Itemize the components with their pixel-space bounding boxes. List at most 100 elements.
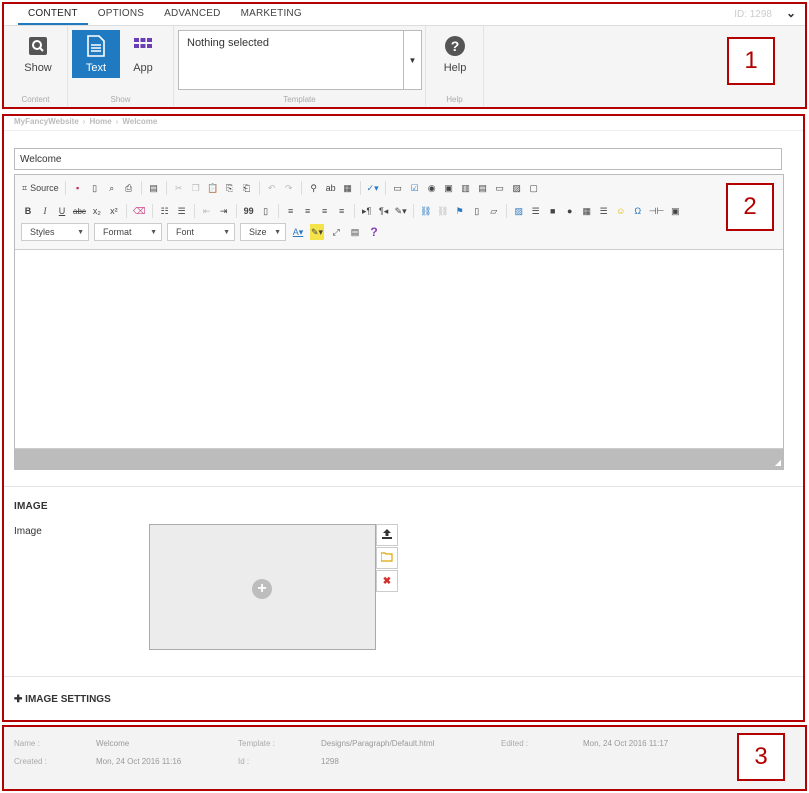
ribbon-group-label: Template (283, 95, 316, 104)
remove-format-icon[interactable]: ⌫ (132, 203, 147, 219)
italic-button[interactable]: I (38, 203, 52, 219)
checkbox-icon[interactable]: ☑ (408, 180, 422, 196)
background-color-icon[interactable]: ✎▾ (310, 224, 325, 240)
paste-word-icon[interactable]: ⎗ (240, 180, 254, 196)
form-icon[interactable]: ▭ (391, 180, 405, 196)
breadcrumb-item[interactable]: MyFancyWebsite (14, 117, 79, 126)
breadcrumb: MyFancyWebsite › Home › Welcome (14, 117, 157, 126)
blockquote-button[interactable]: 99 (242, 203, 256, 219)
indent-icon[interactable]: ⇥ (217, 203, 231, 219)
find-icon[interactable]: ⚲ (307, 180, 321, 196)
page-break-icon[interactable]: ⊣⊢ (648, 203, 666, 219)
styles-combo[interactable]: Styles ▼ (21, 223, 89, 241)
editor-content-area[interactable] (15, 249, 783, 449)
editor-status-bar: ◢ (15, 449, 783, 469)
table-icon[interactable]: ▦ (580, 203, 594, 219)
image-settings-toggle[interactable]: ✚ IMAGE SETTINGS (14, 694, 111, 705)
new-page-icon[interactable]: ▯ (88, 180, 102, 196)
textfield-icon[interactable]: ▣ (442, 180, 456, 196)
tab-content[interactable]: CONTENT (18, 8, 88, 25)
select-field-icon[interactable]: ▤ (476, 180, 490, 196)
horizontal-rule-icon[interactable]: ☰ (597, 203, 611, 219)
copy-icon[interactable]: ❐ (189, 180, 203, 196)
breadcrumb-item[interactable]: Home (89, 117, 111, 126)
id-value: 1298 (321, 757, 339, 766)
maximize-icon[interactable]: ⤢ (329, 224, 343, 240)
app-button[interactable]: App (119, 30, 167, 78)
tab-advanced[interactable]: ADVANCED (154, 8, 230, 25)
title-input[interactable] (14, 148, 782, 170)
help-button[interactable]: ? Help (431, 30, 479, 78)
align-center-icon[interactable]: ≡ (301, 203, 315, 219)
superscript-button[interactable]: x² (107, 203, 121, 219)
special-char-button[interactable]: Ω (631, 203, 645, 219)
chevron-down-icon[interactable]: ⌄ (786, 6, 796, 20)
source-button[interactable]: ⌗ Source (21, 180, 60, 196)
folder-icon[interactable]: ▱ (487, 203, 501, 219)
align-right-icon[interactable]: ≡ (318, 203, 332, 219)
tab-options[interactable]: OPTIONS (88, 8, 154, 25)
text-color-icon[interactable]: A▾ (291, 224, 305, 240)
bold-button[interactable]: B (21, 203, 35, 219)
save-icon[interactable]: ▪ (71, 180, 85, 196)
smiley-icon[interactable]: ☺ (614, 203, 628, 219)
underline-button[interactable]: U (55, 203, 69, 219)
help-question-button[interactable]: ? (367, 224, 381, 240)
file-icon[interactable]: ▯ (470, 203, 484, 219)
browse-button[interactable] (376, 547, 398, 569)
align-left-icon[interactable]: ≡ (284, 203, 298, 219)
ribbon-group-label: Help (446, 95, 463, 104)
flash-icon[interactable]: ☰ (529, 203, 543, 219)
button-field-icon[interactable]: ▭ (493, 180, 507, 196)
image-icon[interactable]: ▨ (512, 203, 526, 219)
anchor-flag-icon[interactable]: ⚑ (453, 203, 467, 219)
help-button-label: Help (443, 62, 467, 74)
redo-icon[interactable]: ↷ (282, 180, 296, 196)
show-blocks-icon[interactable]: ▤ (348, 224, 362, 240)
cut-icon[interactable]: ✂ (172, 180, 186, 196)
div-container-icon[interactable]: ▯ (259, 203, 273, 219)
resize-grip-icon[interactable]: ◢ (775, 458, 781, 467)
textarea-icon[interactable]: ▥ (459, 180, 473, 196)
plus-icon[interactable]: + (252, 579, 272, 599)
image-dropzone[interactable]: + (149, 524, 376, 650)
replace-icon[interactable]: ab (324, 180, 338, 196)
subscript-button[interactable]: x₂ (90, 203, 104, 219)
image-button-icon[interactable]: ▨ (510, 180, 524, 196)
numbered-list-icon[interactable]: ☷ (158, 203, 172, 219)
ltr-icon[interactable]: ▸¶ (360, 203, 374, 219)
caret-down-icon[interactable]: ▼ (403, 31, 421, 89)
link-icon[interactable]: ⛓ (419, 203, 433, 219)
bulleted-list-icon[interactable]: ☰ (175, 203, 189, 219)
breadcrumb-item[interactable]: Welcome (122, 117, 157, 126)
unlink-icon[interactable]: ⛓ (436, 203, 450, 219)
radio-icon[interactable]: ◉ (425, 180, 439, 196)
undo-icon[interactable]: ↶ (265, 180, 279, 196)
language-icon[interactable]: ✎▾ (394, 203, 408, 219)
print-icon[interactable]: ⎙ (122, 180, 136, 196)
paste-text-icon[interactable]: ⎘ (223, 180, 237, 196)
spellcheck-icon[interactable]: ✓▾ (366, 180, 380, 196)
text-button[interactable]: Text (72, 30, 120, 78)
template-select[interactable]: Nothing selected ▼ (178, 30, 422, 90)
select-all-icon[interactable]: ▦ (341, 180, 355, 196)
outdent-icon[interactable]: ⇤ (200, 203, 214, 219)
paste-icon[interactable]: 📋 (206, 180, 220, 196)
compass-icon[interactable]: ● (563, 203, 577, 219)
size-combo-label: Size (249, 227, 267, 237)
upload-button[interactable] (376, 524, 398, 546)
video-icon[interactable]: ■ (546, 203, 560, 219)
preview-icon[interactable]: ⌕ (105, 180, 119, 196)
rtl-icon[interactable]: ¶◂ (377, 203, 391, 219)
tab-marketing[interactable]: MARKETING (231, 8, 312, 25)
format-combo[interactable]: Format ▼ (94, 223, 162, 241)
strikethrough-button[interactable]: abc (72, 203, 87, 219)
templates-icon[interactable]: ▤ (147, 180, 161, 196)
hidden-field-icon[interactable]: ▢ (527, 180, 541, 196)
font-combo[interactable]: Font ▼ (167, 223, 235, 241)
align-justify-icon[interactable]: ≡ (335, 203, 349, 219)
remove-image-button[interactable]: ✖ (376, 570, 398, 592)
size-combo[interactable]: Size ▼ (240, 223, 286, 241)
show-button[interactable]: Show (14, 30, 62, 78)
iframe-icon[interactable]: ▣ (668, 203, 682, 219)
